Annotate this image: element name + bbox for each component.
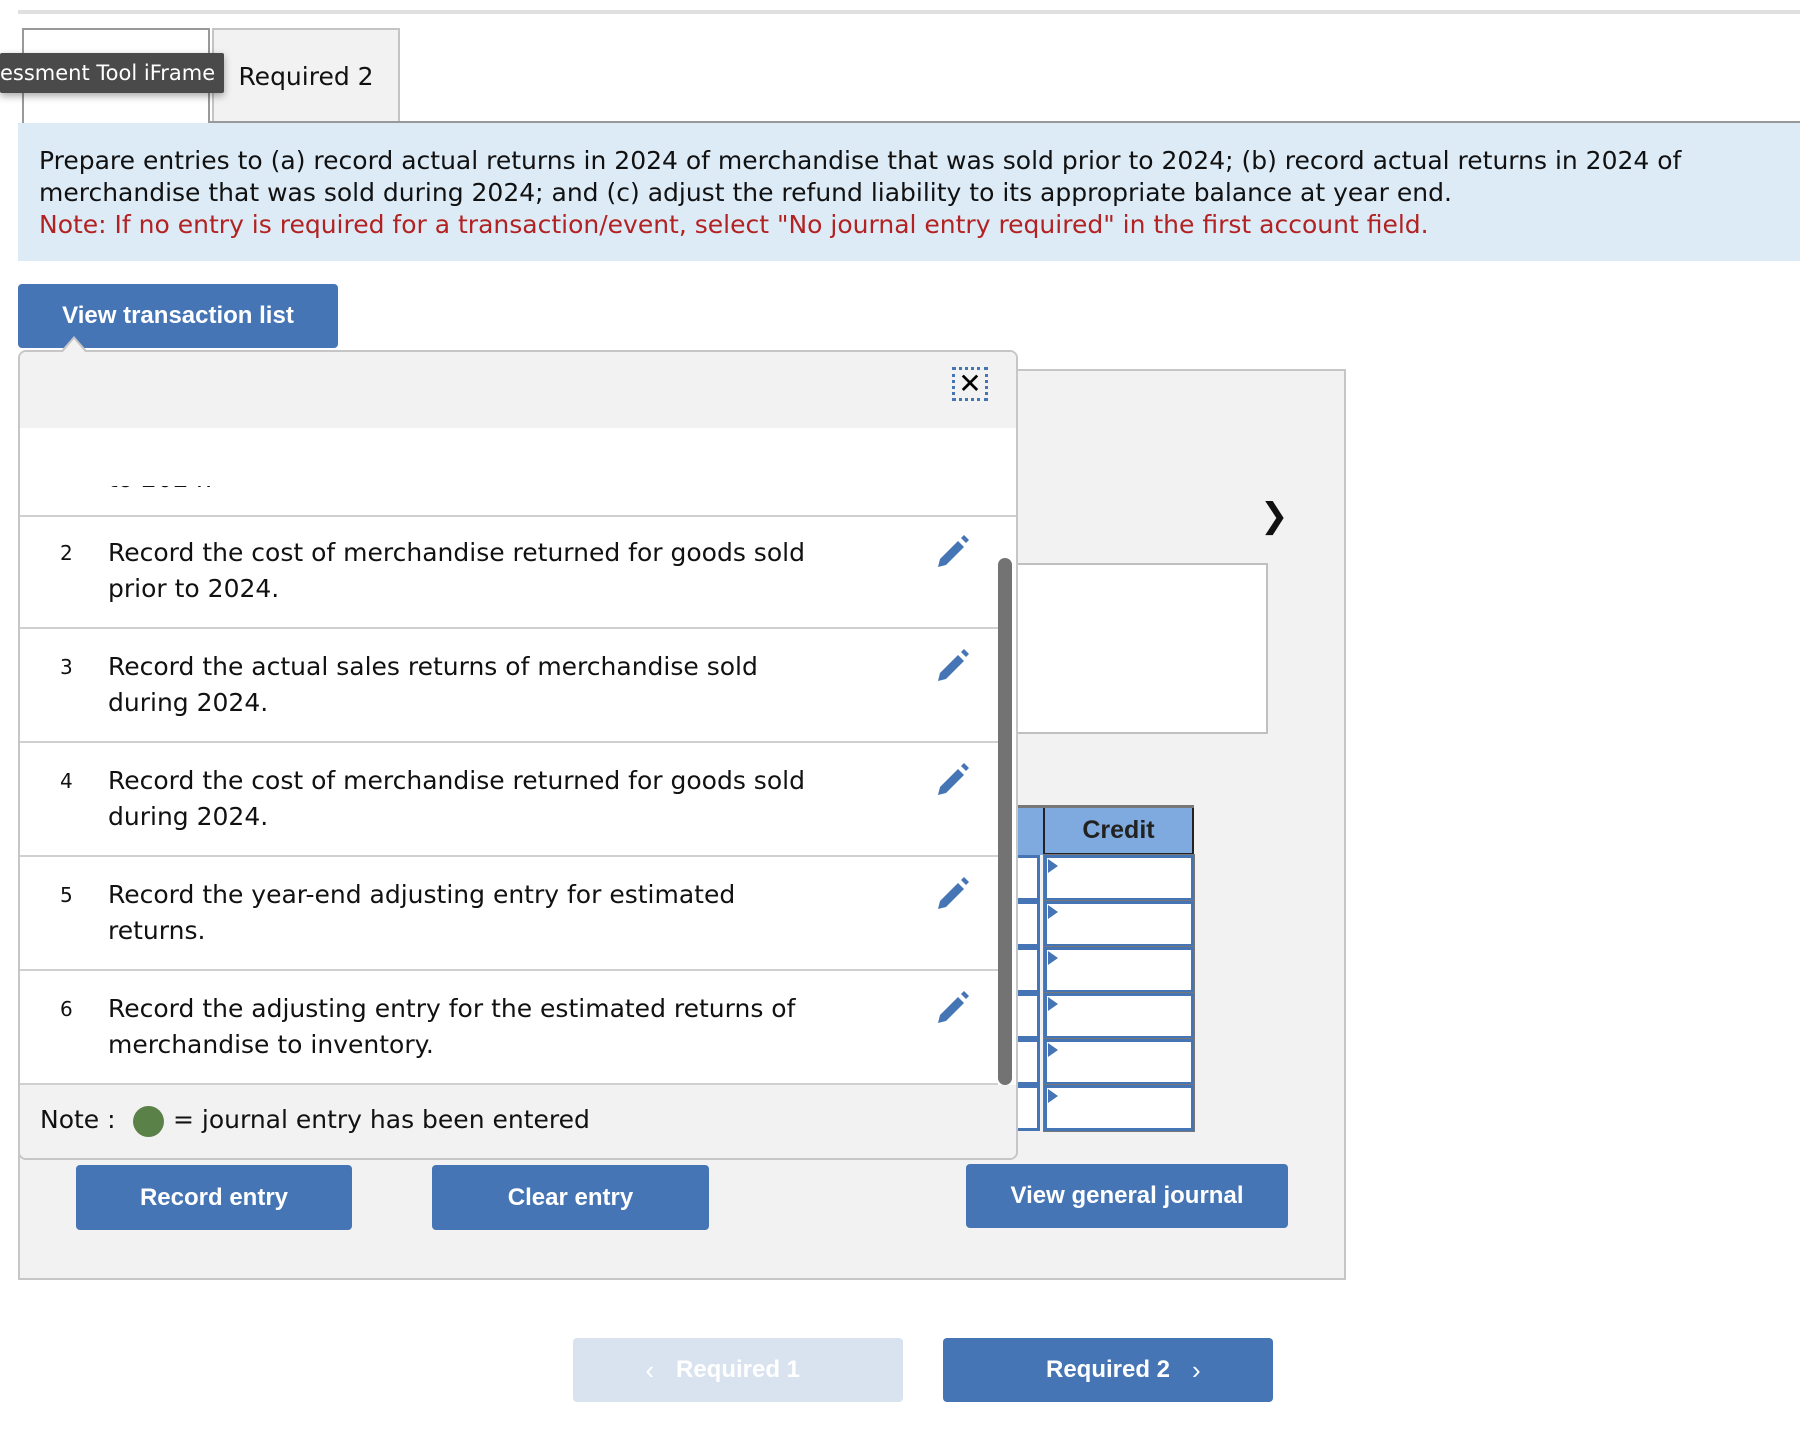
edit-pencil-icon[interactable] — [934, 647, 970, 683]
journal-row — [1012, 900, 1195, 948]
transaction-row[interactable]: 6 Record the adjusting entry for the esti… — [20, 971, 998, 1085]
view-general-journal-button[interactable]: View general journal — [966, 1164, 1288, 1228]
entered-status-dot-icon — [133, 1106, 164, 1137]
journal-row — [1012, 854, 1195, 902]
popup-pointer-fill — [62, 339, 86, 353]
edit-pencil-icon[interactable] — [934, 989, 970, 1025]
iframe-tooltip: essment Tool iFrame — [0, 53, 224, 93]
prev-required-1-button[interactable]: ‹ Required 1 › — [573, 1338, 903, 1402]
cell-marker-icon — [1048, 859, 1058, 873]
credit-input[interactable] — [1043, 900, 1195, 948]
instructions-note: Note: If no entry is required for a tran… — [39, 210, 1429, 239]
credit-input[interactable] — [1043, 946, 1195, 994]
clipped-transaction-text: to 2024. — [108, 486, 213, 494]
transaction-row[interactable]: 3 Record the actual sales returns of merc… — [20, 629, 998, 743]
transaction-list-popup: ✕ to 2024. 2 Record the cost of merchandi… — [18, 350, 1018, 1160]
transaction-description: Record the cost of merchandise returned … — [108, 766, 805, 831]
credit-input[interactable] — [1043, 1038, 1195, 1086]
instructions-text: Prepare entries to (a) record actual ret… — [39, 146, 1682, 207]
next-required-2-button[interactable]: ‹ Required 2 › — [943, 1338, 1273, 1402]
clear-entry-button[interactable]: Clear entry — [432, 1165, 709, 1230]
cell-marker-icon — [1048, 1089, 1058, 1103]
close-icon[interactable]: ✕ — [952, 367, 988, 401]
next-button-label: Required 2 — [1045, 1356, 1171, 1383]
journal-row — [1012, 992, 1195, 1040]
transaction-row[interactable]: 4 Record the cost of merchandise returned… — [20, 743, 998, 857]
top-divider — [18, 10, 1800, 14]
instructions-panel: Prepare entries to (a) record actual ret… — [18, 123, 1800, 261]
clipped-transaction-row: to 2024. — [20, 428, 1016, 517]
journal-table-header: Credit — [1012, 805, 1194, 855]
cell-marker-icon — [1048, 1043, 1058, 1057]
account-entry-box — [1012, 563, 1268, 734]
tab-required-2[interactable]: Required 2 — [212, 28, 400, 123]
popup-header: ✕ — [20, 352, 1016, 428]
transaction-row[interactable]: 5 Record the year-end adjusting entry for… — [20, 857, 998, 971]
journal-row — [1012, 946, 1195, 994]
journal-row — [1012, 1038, 1195, 1086]
next-transaction-chevron-icon[interactable]: ❯ — [1260, 496, 1289, 536]
transaction-number: 2 — [60, 541, 73, 565]
edit-pencil-icon[interactable] — [934, 533, 970, 569]
edit-pencil-icon[interactable] — [934, 875, 970, 911]
tab-required-2-label: Required 2 — [238, 62, 374, 91]
cell-marker-icon — [1048, 997, 1058, 1011]
credit-input[interactable] — [1043, 992, 1195, 1040]
popup-scrollbar[interactable] — [998, 558, 1012, 1085]
transaction-description: Record the cost of merchandise returned … — [108, 538, 805, 603]
credit-input[interactable] — [1043, 854, 1195, 902]
transaction-row[interactable]: 2 Record the cost of merchandise returned… — [20, 515, 998, 629]
prev-button-label: Required 1 — [675, 1356, 801, 1383]
credit-input[interactable] — [1043, 1084, 1195, 1132]
legend-note: Note : = journal entry has been entered — [20, 1085, 1016, 1158]
cell-marker-icon — [1048, 905, 1058, 919]
credit-column-header: Credit — [1045, 808, 1194, 855]
record-entry-button[interactable]: Record entry — [76, 1165, 352, 1230]
transaction-list: 2 Record the cost of merchandise returned… — [20, 515, 998, 1085]
edit-pencil-icon[interactable] — [934, 761, 970, 797]
journal-row — [1012, 1084, 1195, 1132]
legend-label: Note : — [40, 1105, 116, 1134]
cell-marker-icon — [1048, 951, 1058, 965]
legend-description: = journal entry has been entered — [173, 1105, 590, 1134]
transaction-description: Record the actual sales returns of merch… — [108, 652, 758, 717]
transaction-description: Record the year-end adjusting entry for … — [108, 880, 736, 945]
transaction-number: 3 — [60, 655, 73, 679]
chevron-left-icon: ‹ — [645, 1354, 654, 1385]
transaction-number: 5 — [60, 883, 73, 907]
transaction-number: 6 — [60, 997, 73, 1021]
chevron-right-icon: › — [1192, 1354, 1201, 1385]
transaction-number: 4 — [60, 769, 73, 793]
transaction-description: Record the adjusting entry for the estim… — [108, 994, 796, 1059]
